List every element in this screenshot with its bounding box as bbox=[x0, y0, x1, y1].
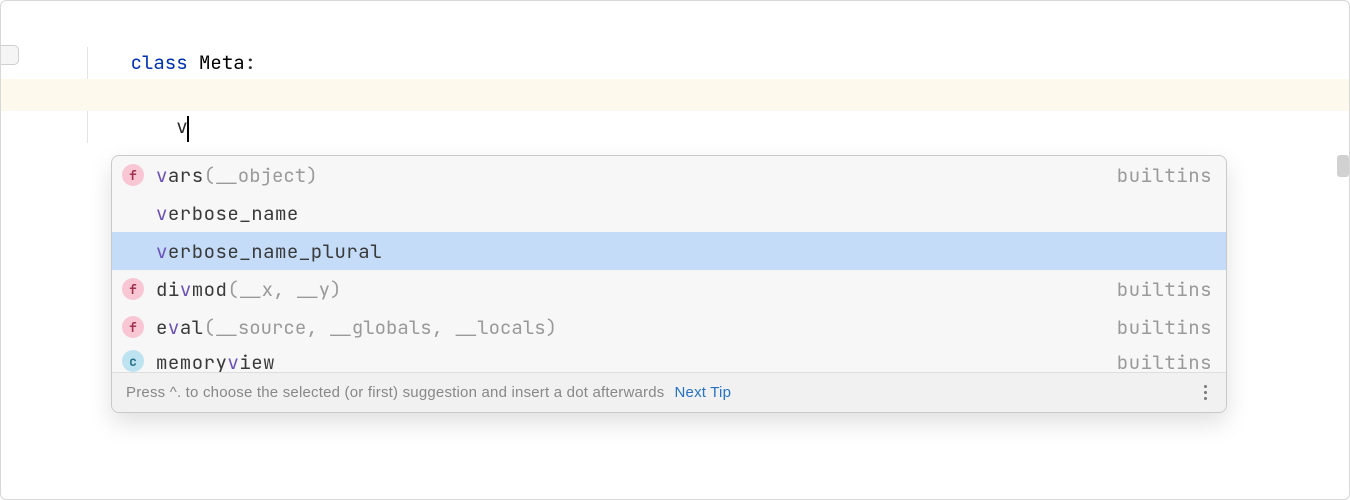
icon-spacer bbox=[122, 240, 144, 262]
scrollbar-thumb[interactable] bbox=[1337, 155, 1349, 177]
footer-hint-text: Press ^. to choose the selected (or firs… bbox=[126, 384, 665, 401]
warning-squiggle bbox=[19, 109, 105, 117]
completion-params: (__object) bbox=[204, 163, 318, 188]
completion-source: builtins bbox=[1117, 163, 1212, 188]
next-tip-link[interactable]: Next Tip bbox=[675, 384, 732, 401]
more-icon[interactable] bbox=[1194, 382, 1216, 404]
completion-item[interactable]: verbose_name_plural bbox=[112, 232, 1226, 270]
completion-list: fvars(__object)builtinsverbose_nameverbo… bbox=[112, 156, 1226, 372]
completion-item[interactable]: fdivmod(__x, __y) builtins bbox=[112, 270, 1226, 308]
function-icon: f bbox=[122, 316, 144, 338]
icon-spacer bbox=[122, 202, 144, 224]
completion-source: builtins bbox=[1117, 315, 1212, 340]
function-icon: f bbox=[122, 164, 144, 186]
completion-name: memoryview bbox=[156, 350, 275, 372]
completion-source: builtins bbox=[1117, 277, 1212, 302]
completion-source: builtins bbox=[1117, 350, 1212, 372]
completion-item[interactable]: c memoryview builtins bbox=[112, 346, 1226, 372]
completion-params: (__x, __y) bbox=[227, 277, 341, 302]
completion-item[interactable]: feval(__source, __globals, __locals) buil… bbox=[112, 308, 1226, 346]
caret bbox=[187, 116, 189, 142]
code-line: class Meta: bbox=[1, 15, 1349, 47]
completion-name: verbose_name_plural bbox=[156, 239, 382, 264]
completion-name: divmod bbox=[156, 277, 227, 302]
indent bbox=[131, 114, 177, 139]
completion-item[interactable]: verbose_name bbox=[112, 194, 1226, 232]
completion-footer: Press ^. to choose the selected (or firs… bbox=[112, 372, 1226, 412]
completion-name: verbose_name bbox=[156, 201, 299, 226]
code-line: ordering = ["horn_length"] bbox=[1, 47, 1349, 79]
class-icon: c bbox=[122, 350, 144, 372]
typed-char: v bbox=[176, 114, 187, 139]
completion-item[interactable]: fvars(__object) builtins bbox=[112, 156, 1226, 194]
code-editor[interactable]: class Meta: ordering = ["horn_length"] v bbox=[1, 1, 1349, 111]
completion-params: (__source, __globals, __locals) bbox=[204, 315, 557, 340]
code-line-active: v bbox=[1, 79, 1349, 111]
function-icon: f bbox=[122, 278, 144, 300]
completion-name: vars bbox=[156, 163, 204, 188]
completion-popup: fvars(__object)builtinsverbose_nameverbo… bbox=[111, 155, 1227, 413]
completion-name: eval bbox=[156, 315, 204, 340]
